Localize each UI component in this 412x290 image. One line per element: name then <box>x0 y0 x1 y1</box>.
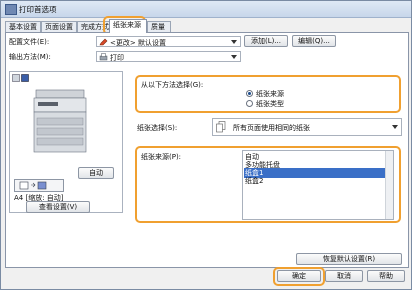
auto-button[interactable]: 自动 <box>78 167 114 179</box>
help-button[interactable]: 帮助 <box>367 270 405 282</box>
ok-button[interactable]: 确定 <box>277 270 321 282</box>
tab-quality[interactable]: 质量 <box>147 21 171 32</box>
profile-select[interactable]: <更改> 默认设置 <box>96 36 241 47</box>
radio-paper-source-label: 纸张来源 <box>256 90 284 98</box>
radio-paper-type-label: 纸张类型 <box>256 100 284 108</box>
edit-profile-button[interactable]: 编辑(Q)... <box>292 35 336 47</box>
paper-selection-select[interactable]: 所有页面使用相同的纸张 <box>212 118 402 136</box>
output-method-label: 输出方法(M): <box>9 53 51 61</box>
restore-defaults-button[interactable]: 恢复默认设置(R) <box>296 253 402 265</box>
radio-paper-source[interactable] <box>246 90 253 97</box>
printer-preview: 自动 A4 [缩放: 自动] 查看设置(V) <box>9 71 123 213</box>
tab-paper-source[interactable]: 纸张来源 <box>109 19 147 33</box>
list-item-selected[interactable]: 纸盒1 <box>244 168 392 178</box>
tab-page-setup[interactable]: 页面设置 <box>41 21 77 32</box>
add-profile-button[interactable]: 添加(L)... <box>244 35 288 47</box>
view-toggle-icon[interactable] <box>12 74 30 83</box>
tab-strip: 基本设置 页面设置 完成方式 纸张来源 质量 <box>5 19 407 33</box>
print-preferences-window: 打印首选项 基本设置 页面设置 完成方式 纸张来源 质量 配置文件(E): <更… <box>0 0 412 290</box>
page-orientation-icon <box>19 181 47 190</box>
window-title: 打印首选项 <box>19 5 57 14</box>
settings-panel: 配置文件(E): <更改> 默认设置 添加(L)... 编辑(Q)... 输出方… <box>5 32 409 268</box>
profile-value: <更改> 默认设置 <box>110 39 166 47</box>
output-method-value: 打印 <box>110 54 124 62</box>
radio-paper-type[interactable] <box>246 100 253 107</box>
cancel-button[interactable]: 取消 <box>325 270 363 282</box>
printer-device-icon <box>33 89 87 153</box>
list-scrollbar[interactable] <box>385 151 393 219</box>
paper-selection-value: 所有页面使用相同的纸张 <box>233 124 310 132</box>
chevron-down-icon <box>231 40 237 44</box>
paper-source-label: 纸张来源(P): <box>141 153 182 161</box>
tab-basic-settings[interactable]: 基本设置 <box>5 21 41 32</box>
output-method-select[interactable]: 打印 <box>96 51 241 62</box>
paper-source-list[interactable]: 自动 多功能托盘 纸盒1 纸盒2 <box>242 150 394 220</box>
chevron-down-icon <box>392 125 398 129</box>
pencil-icon <box>99 38 108 46</box>
page-toggle-group[interactable] <box>14 179 64 192</box>
printer-icon <box>5 4 17 15</box>
paper-selection-label: 纸张选择(S): <box>137 124 178 132</box>
view-settings-button[interactable]: 查看设置(V) <box>26 201 90 213</box>
chevron-down-icon <box>231 55 237 59</box>
paper-stack-icon <box>216 121 226 133</box>
profile-label: 配置文件(E): <box>9 38 50 46</box>
title-bar: 打印首选项 <box>1 1 411 18</box>
list-item[interactable]: 纸盒2 <box>245 176 263 186</box>
select-from-label: 从以下方法选择(G): <box>141 81 204 89</box>
print-icon <box>99 53 108 61</box>
